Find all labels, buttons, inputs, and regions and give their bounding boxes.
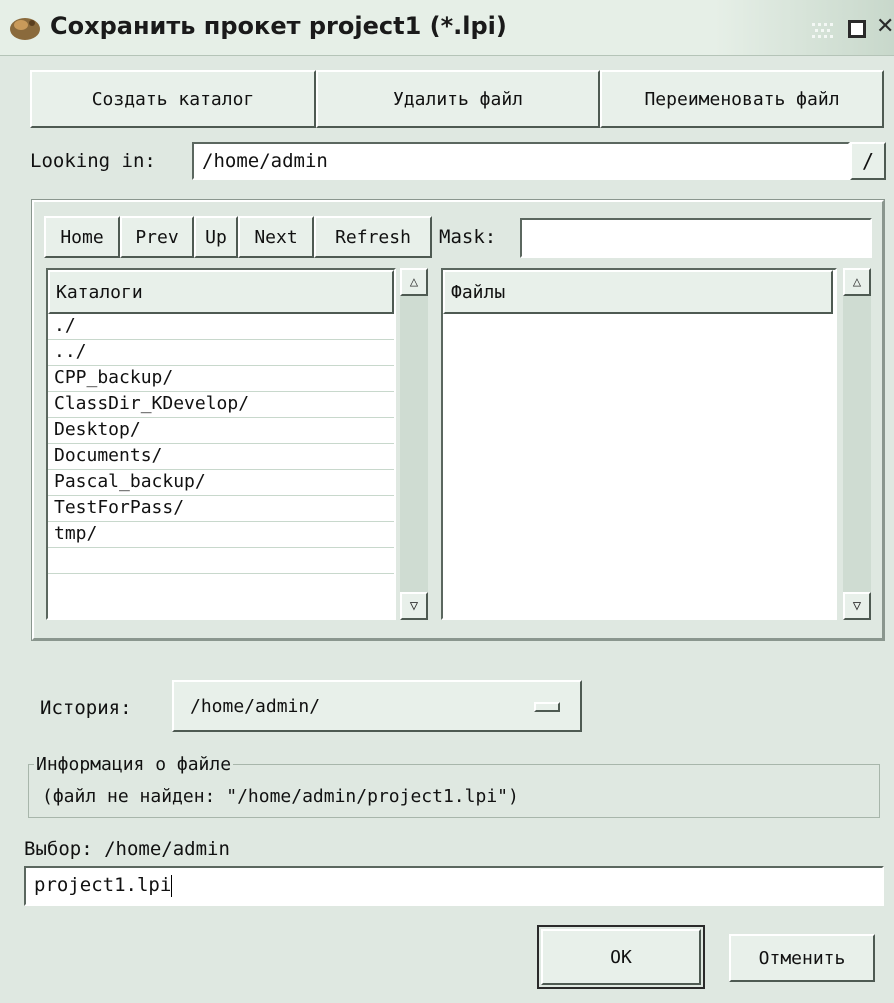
directory-item[interactable]: ClassDir_KDevelop/ — [48, 392, 394, 418]
maximize-icon[interactable] — [848, 20, 866, 38]
mask-label: Mask: — [439, 226, 497, 248]
looking-in-label: Looking in: — [30, 150, 156, 172]
history-label: История: — [40, 697, 132, 719]
top-action-buttons: Создать каталог Удалить файл Переименова… — [30, 70, 885, 128]
directory-item[interactable]: ./ — [48, 314, 394, 340]
directory-item-empty — [48, 548, 394, 574]
scroll-down-icon[interactable]: ▽ — [400, 592, 428, 620]
directories-scrollbar[interactable]: △ ▽ — [400, 268, 428, 620]
scroll-down-icon[interactable]: ▽ — [843, 592, 871, 620]
directories-list[interactable]: Каталоги ./ ../ CPP_backup/ ClassDir_KDe… — [46, 268, 396, 620]
filename-input[interactable]: project1.lpi — [24, 866, 884, 906]
files-scrollbar[interactable]: △ ▽ — [843, 268, 871, 620]
up-button[interactable]: Up — [194, 216, 238, 258]
directory-item[interactable]: CPP_backup/ — [48, 366, 394, 392]
close-icon[interactable]: ✕ — [876, 14, 894, 39]
selection-label: Выбор: /home/admin — [24, 838, 230, 860]
next-button[interactable]: Next — [238, 216, 314, 258]
rename-file-button[interactable]: Переименовать файл — [600, 70, 885, 128]
window-title: Сохранить прокет project1 (*.lpi) — [50, 12, 507, 40]
dots-icon[interactable] — [810, 20, 838, 40]
cancel-button[interactable]: Отменить — [729, 934, 875, 982]
filename-value: project1.lpi — [34, 874, 172, 896]
mask-input[interactable] — [520, 218, 872, 258]
text-cursor — [171, 874, 173, 897]
directory-item[interactable]: ../ — [48, 340, 394, 366]
refresh-button[interactable]: Refresh — [314, 216, 432, 258]
files-list[interactable]: Файлы — [441, 268, 837, 620]
prev-button[interactable]: Prev — [120, 216, 194, 258]
directory-item[interactable]: TestForPass/ — [48, 496, 394, 522]
dropdown-indicator-icon — [534, 702, 560, 712]
history-combobox[interactable]: /home/admin/ — [172, 680, 582, 732]
files-header[interactable]: Файлы — [443, 270, 833, 314]
directory-item[interactable]: tmp/ — [48, 522, 394, 548]
directories-header[interactable]: Каталоги — [48, 270, 394, 314]
directory-item[interactable]: Pascal_backup/ — [48, 470, 394, 496]
delete-file-button[interactable]: Удалить файл — [315, 70, 600, 128]
history-value: /home/admin/ — [190, 695, 321, 717]
scroll-up-icon[interactable]: △ — [400, 268, 428, 296]
home-button[interactable]: Home — [44, 216, 120, 258]
directory-item[interactable]: Documents/ — [48, 444, 394, 470]
file-info-legend: Информация о файле — [34, 754, 234, 775]
looking-in-field[interactable]: /home/admin — [192, 142, 850, 180]
looking-in-dropdown-button[interactable]: / — [850, 142, 886, 180]
create-directory-button[interactable]: Создать каталог — [30, 70, 316, 128]
ok-button[interactable]: OK — [541, 929, 701, 985]
title-bar[interactable]: Сохранить прокет project1 (*.lpi) ✕ — [0, 0, 894, 56]
scroll-up-icon[interactable]: △ — [843, 268, 871, 296]
lazarus-app-icon — [10, 18, 40, 40]
directory-item[interactable]: Desktop/ — [48, 418, 394, 444]
file-info-text: (файл не найден: "/home/admin/project1.l… — [42, 786, 519, 807]
